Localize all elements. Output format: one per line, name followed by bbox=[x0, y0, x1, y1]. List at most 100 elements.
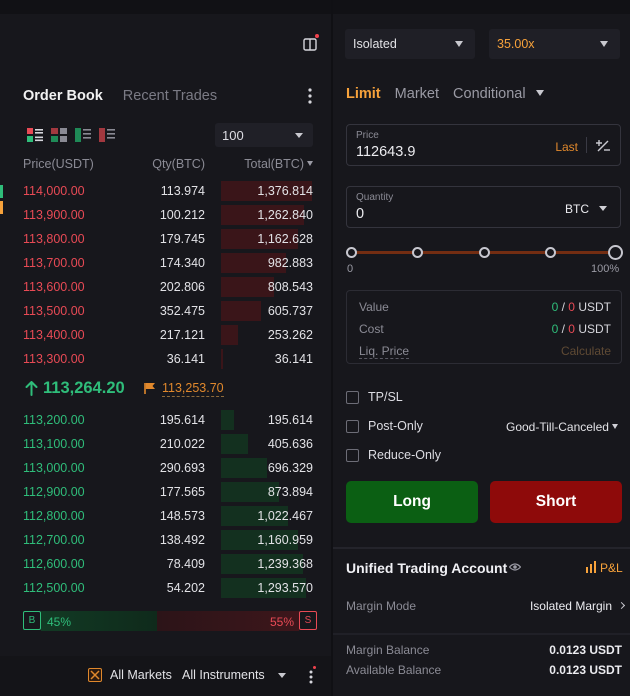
bid-row[interactable]: 112,500.00 54.202 1,293.570 bbox=[0, 576, 331, 600]
field-divider bbox=[586, 137, 587, 153]
bid-row[interactable]: 112,600.00 78.409 1,239.368 bbox=[0, 552, 331, 576]
header-total[interactable]: Total(BTC) bbox=[244, 157, 313, 171]
bid-row[interactable]: 113,200.00 195.614 195.614 bbox=[0, 408, 331, 432]
liq-price-calculate[interactable]: Calculate bbox=[561, 344, 611, 358]
ask-total: 36.141 bbox=[274, 352, 313, 366]
ask-row[interactable]: 113,600.00 202.806 808.543 bbox=[0, 275, 331, 299]
bid-total: 873.894 bbox=[267, 485, 313, 499]
post-only-checkbox[interactable] bbox=[346, 420, 359, 433]
tab-conditional[interactable]: Conditional bbox=[453, 86, 526, 102]
leverage-select[interactable]: 35.00x bbox=[489, 29, 620, 59]
bid-row[interactable]: 112,800.00 148.573 1,022.467 bbox=[0, 504, 331, 528]
quantity-input[interactable]: 0 bbox=[356, 206, 364, 222]
bottom-more-icon[interactable] bbox=[307, 666, 316, 685]
margin-balance-row: Margin Balance 0.0123 USDT bbox=[346, 643, 622, 659]
last-price-button[interactable]: Last bbox=[555, 140, 578, 154]
ask-price: 113,400.00 bbox=[23, 328, 85, 342]
eye-icon[interactable] bbox=[509, 562, 521, 572]
mark-price[interactable]: 113,253.70 bbox=[162, 381, 224, 397]
bid-price: 113,200.00 bbox=[23, 413, 85, 427]
view-bids-icon[interactable] bbox=[75, 128, 91, 142]
slider-node-25[interactable] bbox=[412, 247, 423, 258]
ask-row[interactable]: 113,400.00 217.121 253.262 bbox=[0, 323, 331, 347]
ask-qty: 179.745 bbox=[159, 232, 205, 246]
bid-total: 696.329 bbox=[267, 461, 313, 475]
ask-qty: 36.141 bbox=[166, 352, 205, 366]
ask-row[interactable]: 113,800.00 179.745 1,162.628 bbox=[0, 227, 331, 251]
arrow-up-icon bbox=[25, 381, 38, 396]
chevron-down-icon[interactable] bbox=[599, 206, 607, 211]
all-instruments-select[interactable]: All Instruments bbox=[182, 668, 265, 682]
quantity-unit-select[interactable]: BTC bbox=[565, 202, 589, 216]
buy-sell-ratio: B 45% 55% S bbox=[23, 611, 317, 631]
section-divider bbox=[333, 547, 630, 549]
last-price: 113,264.20 bbox=[43, 379, 125, 397]
cost-sell: 0 bbox=[568, 322, 575, 336]
bid-row[interactable]: 112,700.00 138.492 1,160.959 bbox=[0, 528, 331, 552]
all-markets-checkbox[interactable] bbox=[88, 668, 102, 682]
time-in-force-select[interactable]: Good-Till-Canceled bbox=[506, 420, 618, 434]
bid-qty: 148.573 bbox=[159, 509, 205, 523]
all-markets-label[interactable]: All Markets bbox=[110, 668, 172, 682]
header-qty: Qty(BTC) bbox=[152, 157, 205, 171]
sort-icon bbox=[307, 161, 313, 166]
ask-row[interactable]: 114,000.00 113.974 1,376.814 bbox=[0, 179, 331, 203]
price-field[interactable]: Price 112643.9 Last bbox=[346, 124, 621, 166]
cost-separator: / bbox=[558, 322, 569, 336]
panel-top-strip bbox=[333, 0, 630, 14]
margin-mode-row[interactable]: Margin Mode Isolated Margin bbox=[346, 599, 626, 615]
ask-total: 1,376.814 bbox=[257, 184, 313, 198]
slider-node-0[interactable] bbox=[346, 247, 357, 258]
view-grid-icon[interactable] bbox=[51, 128, 67, 142]
chevron-down-icon bbox=[295, 133, 303, 138]
bid-depth-bar bbox=[221, 458, 267, 478]
quantity-slider[interactable] bbox=[346, 244, 623, 260]
margin-balance-label: Margin Balance bbox=[346, 643, 430, 657]
view-asks-icon[interactable] bbox=[99, 128, 115, 142]
slider-min-label: 0 bbox=[347, 263, 354, 275]
sell-badge: S bbox=[299, 611, 317, 630]
tpsl-checkbox[interactable] bbox=[346, 391, 359, 404]
tab-recent-trades[interactable]: Recent Trades bbox=[123, 88, 217, 104]
margin-mode-select[interactable]: Isolated bbox=[345, 29, 475, 59]
long-button[interactable]: Long bbox=[346, 481, 478, 523]
bid-qty: 210.022 bbox=[159, 437, 205, 451]
slider-node-75[interactable] bbox=[545, 247, 556, 258]
ask-row[interactable]: 113,300.00 36.141 36.141 bbox=[0, 347, 331, 371]
ask-row[interactable]: 113,900.00 100.212 1,262.840 bbox=[0, 203, 331, 227]
chevron-down-icon[interactable] bbox=[278, 673, 286, 678]
book-view-toggles bbox=[27, 128, 115, 142]
tab-limit[interactable]: Limit bbox=[346, 86, 381, 102]
depth-select[interactable]: 100 bbox=[215, 123, 313, 147]
bid-price: 113,000.00 bbox=[23, 461, 85, 475]
reduce-only-checkbox[interactable] bbox=[346, 449, 359, 462]
plus-minus-icon[interactable] bbox=[595, 138, 611, 154]
slider-node-50[interactable] bbox=[479, 247, 490, 258]
bid-qty: 177.565 bbox=[159, 485, 205, 499]
bid-row[interactable]: 112,900.00 177.565 873.894 bbox=[0, 480, 331, 504]
view-both-icon[interactable] bbox=[27, 128, 43, 142]
bid-row[interactable]: 113,000.00 290.693 696.329 bbox=[0, 456, 331, 480]
chevron-right-icon[interactable] bbox=[617, 601, 626, 610]
notification-dot bbox=[315, 34, 319, 38]
quantity-field[interactable]: Quantity 0 BTC bbox=[346, 186, 621, 228]
ask-price: 113,300.00 bbox=[23, 352, 85, 366]
ask-row[interactable]: 113,500.00 352.475 605.737 bbox=[0, 299, 331, 323]
tab-market[interactable]: Market bbox=[395, 86, 439, 102]
bid-total: 1,293.570 bbox=[257, 581, 313, 595]
quantity-field-label: Quantity bbox=[356, 192, 394, 203]
slider-node-100[interactable] bbox=[608, 245, 623, 260]
tab-order-book[interactable]: Order Book bbox=[23, 88, 103, 104]
order-book-more-icon[interactable] bbox=[303, 86, 317, 106]
margin-mode-setting[interactable]: Isolated Margin bbox=[530, 599, 612, 613]
expand-panel-icon[interactable] bbox=[303, 34, 319, 52]
chevron-down-icon[interactable] bbox=[535, 90, 544, 96]
price-input[interactable]: 112643.9 bbox=[356, 144, 415, 160]
bid-price: 113,100.00 bbox=[23, 437, 85, 451]
time-in-force-value: Good-Till-Canceled bbox=[506, 420, 609, 434]
short-button[interactable]: Short bbox=[490, 481, 622, 523]
ask-total: 253.262 bbox=[267, 328, 313, 342]
bid-row[interactable]: 113,100.00 210.022 405.636 bbox=[0, 432, 331, 456]
ask-row[interactable]: 113,700.00 174.340 982.883 bbox=[0, 251, 331, 275]
ask-qty: 100.212 bbox=[159, 208, 205, 222]
